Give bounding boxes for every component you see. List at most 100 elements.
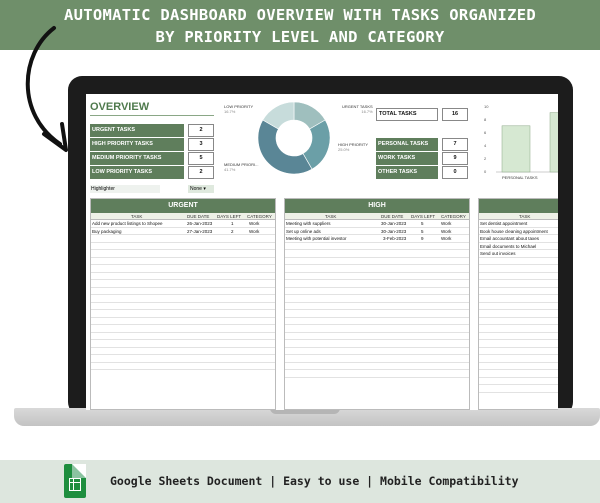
cell-task: Buy packaging — [92, 228, 122, 234]
cell-days-left: 2 — [231, 228, 234, 234]
empty-row — [479, 385, 558, 393]
empty-row — [479, 288, 558, 295]
stat-value[interactable]: 0 — [442, 166, 468, 179]
cell-category: Work — [441, 221, 452, 226]
chart-label-pct: 41.7% — [224, 167, 236, 172]
cell-category: Work — [441, 228, 452, 234]
chart-label-urgent: URGENT TASKS 16.7% — [342, 104, 373, 114]
empty-row — [285, 295, 469, 303]
empty-row — [479, 378, 558, 385]
table-row[interactable]: Buy packaging 27-Jan-2023 2 Work — [91, 228, 275, 235]
empty-rows — [91, 235, 275, 370]
empty-row — [479, 258, 558, 265]
table-row[interactable]: Meeting with suppliers 30-Jan-2023 5 Wor… — [285, 220, 469, 228]
empty-row — [285, 303, 469, 310]
google-sheets-icon — [64, 464, 86, 498]
table-row[interactable]: Send out invoices — [479, 250, 558, 258]
highlighter-dropdown[interactable]: None ▾ — [188, 185, 214, 193]
cell-days-left: 5 — [421, 221, 424, 226]
chart-label-low: LOW PRIORITY 16.7% — [224, 104, 253, 114]
highlighter-row: Highlighter None ▾ — [90, 185, 214, 193]
empty-row — [91, 295, 275, 303]
chart-label-pct: 16.7% — [361, 109, 373, 114]
empty-row — [479, 355, 558, 363]
empty-row — [479, 280, 558, 288]
empty-row — [91, 333, 275, 340]
urgent-panel: URGENT TASK DUE DATE DAYS LEFT CATEGORY … — [90, 198, 276, 410]
col-header-task: TASK — [325, 214, 337, 219]
cell-category: Work — [441, 236, 452, 241]
chart-label-high: HIGH PRIORITY 25.0% — [338, 142, 368, 152]
donut-slice — [257, 119, 313, 175]
stat-value[interactable]: 2 — [188, 124, 214, 137]
stat-other-tasks: OTHER TASKS 0 — [376, 166, 468, 179]
table-row[interactable]: Book house cleaning appointment — [479, 228, 558, 235]
cell-task: Add new product listings to Shopee — [92, 221, 163, 226]
cell-task: Meeting with potential investor — [286, 236, 347, 241]
stat-value[interactable]: 9 — [442, 152, 468, 165]
high-panel-title: HIGH — [285, 199, 469, 213]
stat-value[interactable]: 16 — [442, 108, 468, 121]
stat-label: TOTAL TASKS — [376, 108, 438, 121]
category-bar-chart: 10 8 6 4 2 0 PERSONAL TASKS — [484, 102, 558, 184]
table-row[interactable]: Email documents to Michael — [479, 243, 558, 250]
footer-text: Google Sheets Document | Easy to use | M… — [110, 474, 519, 488]
empty-row — [91, 355, 275, 363]
cell-days-left: 1 — [231, 221, 234, 226]
high-panel: HIGH TASK DUE DATE DAYS LEFT CATEGORY Me… — [284, 198, 470, 410]
empty-row — [479, 310, 558, 318]
stat-label: PERSONAL TASKS — [376, 138, 438, 151]
chart-label-pct: 25.0% — [338, 147, 350, 152]
table-row[interactable]: Email accountant about taxes — [479, 235, 558, 243]
empty-row — [479, 295, 558, 303]
table-row[interactable]: Set dentist appointment — [479, 220, 558, 228]
stat-work-tasks: WORK TASKS 9 — [376, 152, 468, 165]
x-tick-personal: PERSONAL TASKS — [502, 175, 538, 180]
col-header-days-left: DAYS LEFT — [217, 214, 242, 219]
empty-row — [91, 280, 275, 288]
stat-value[interactable]: 2 — [188, 166, 214, 179]
empty-rows — [285, 243, 469, 378]
empty-row — [91, 258, 275, 265]
cell-task: Set dentist appointment — [480, 221, 528, 226]
cell-due-date: 26-Jan-2023 — [187, 221, 213, 226]
empty-row — [285, 340, 469, 348]
cell-task: Email documents to Michael — [480, 243, 537, 249]
urgent-column-headers: TASK DUE DATE DAYS LEFT CATEGORY — [91, 213, 275, 220]
stat-label: HIGH PRIORITY TASKS — [90, 138, 184, 151]
empty-row — [91, 303, 275, 310]
col-header-due-date: DUE DATE — [187, 214, 210, 219]
empty-row — [479, 273, 558, 280]
empty-row — [285, 280, 469, 288]
stat-label: URGENT TASKS — [90, 124, 184, 137]
empty-row — [285, 265, 469, 273]
overview-underline — [90, 115, 214, 116]
empty-row — [285, 363, 469, 370]
cell-due-date: 30-Jan-2023 — [381, 221, 407, 226]
stat-value[interactable]: 5 — [188, 152, 214, 165]
empty-row — [285, 333, 469, 340]
empty-row — [285, 325, 469, 333]
empty-row — [479, 348, 558, 355]
col-header-due-date: DUE DATE — [381, 214, 404, 219]
empty-row — [285, 243, 469, 250]
empty-row — [479, 333, 558, 340]
table-row[interactable]: Set up online ads 30-Jan-2023 5 Work — [285, 228, 469, 235]
empty-rows — [479, 258, 558, 393]
empty-row — [91, 363, 275, 370]
empty-row — [285, 355, 469, 363]
empty-row — [285, 310, 469, 318]
spreadsheet-dashboard: OVERVIEW URGENT TASKS 2 HIGH PRIORITY TA… — [86, 94, 558, 410]
table-row[interactable]: Meeting with potential investor 3-Feb-20… — [285, 235, 469, 243]
stat-value[interactable]: 3 — [188, 138, 214, 151]
empty-row — [91, 288, 275, 295]
stat-high-priority-tasks: HIGH PRIORITY TASKS 3 — [90, 138, 214, 151]
empty-row — [91, 325, 275, 333]
empty-row — [91, 340, 275, 348]
empty-row — [285, 370, 469, 378]
stat-personal-tasks: PERSONAL TASKS 7 — [376, 138, 468, 151]
empty-row — [479, 340, 558, 348]
bar-svg — [496, 112, 558, 173]
stat-value[interactable]: 7 — [442, 138, 468, 151]
table-row[interactable]: Add new product listings to Shopee 26-Ja… — [91, 220, 275, 228]
